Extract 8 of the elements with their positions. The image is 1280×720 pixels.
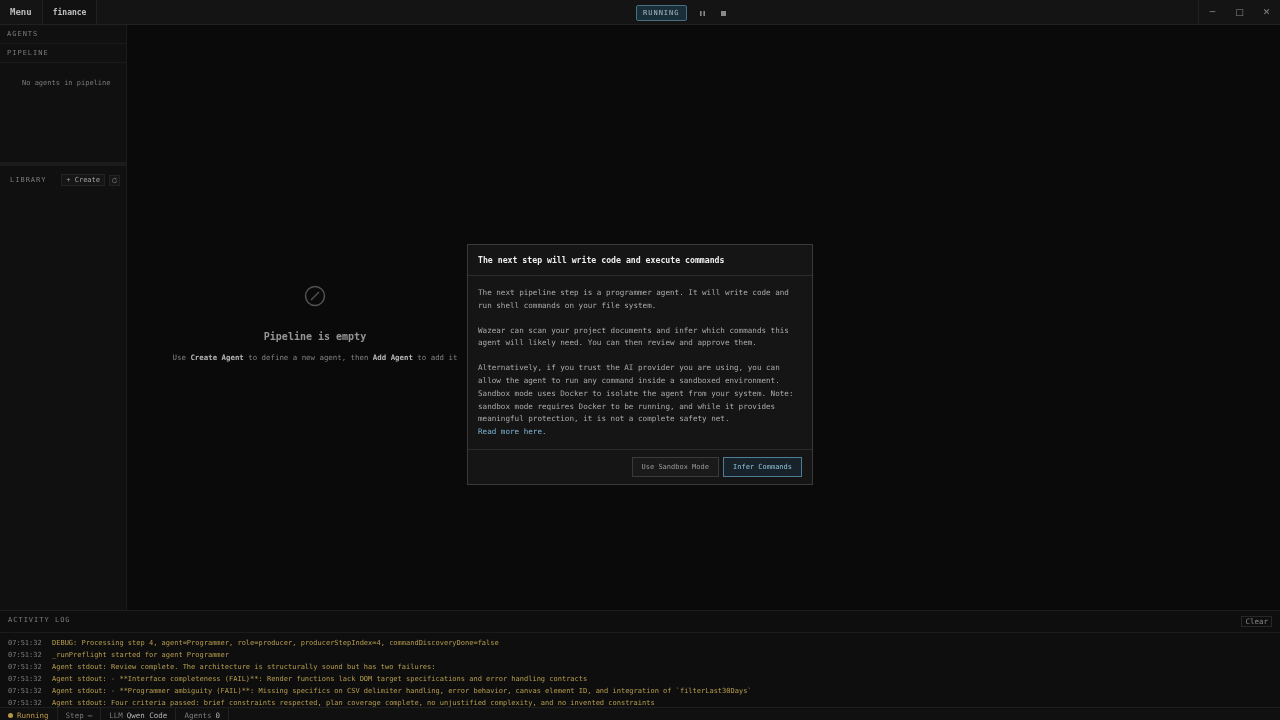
status-dot xyxy=(8,712,13,718)
close-button[interactable]: ✕ xyxy=(1253,0,1280,24)
minimize-button[interactable]: ─ xyxy=(1199,0,1226,24)
maximize-button[interactable]: □ xyxy=(1226,0,1253,24)
empty-icon xyxy=(304,285,326,307)
modal-title: The next step will write code and execute commands xyxy=(468,245,812,276)
empty-title: Pipeline is empty xyxy=(263,331,367,342)
menu-button[interactable]: Menu xyxy=(0,0,43,24)
